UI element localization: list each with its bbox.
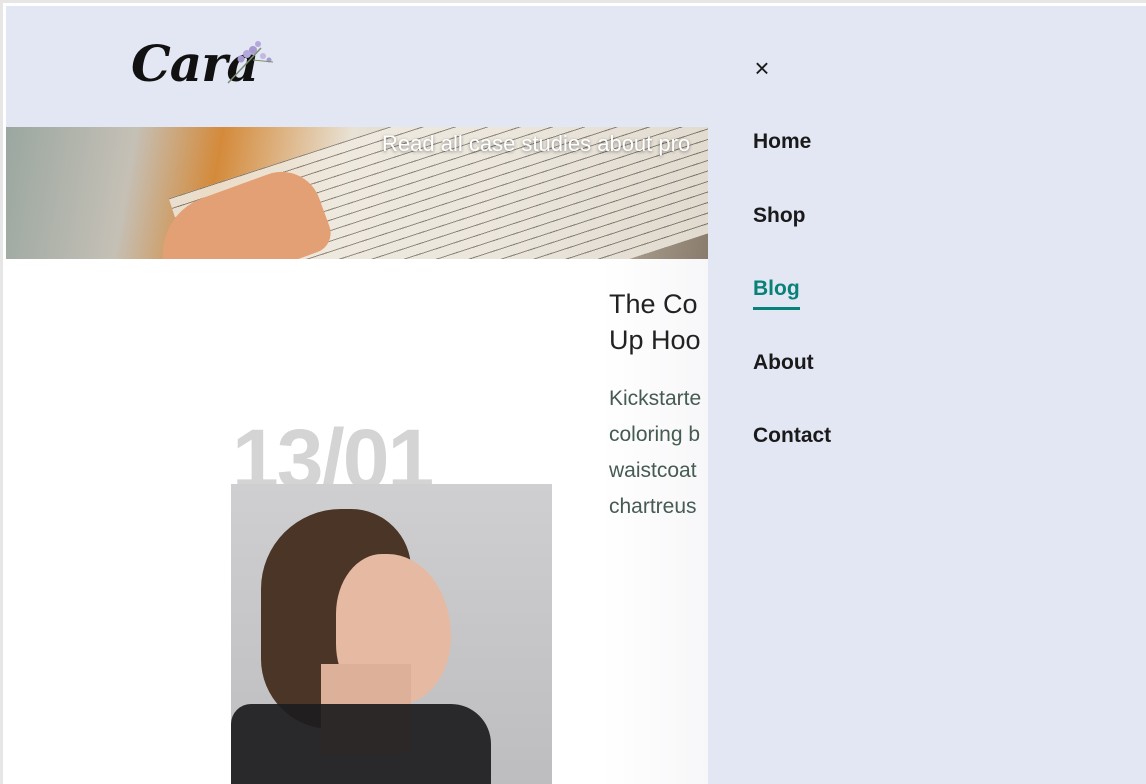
post-image[interactable] <box>231 484 552 784</box>
nav-menu: Home Shop Blog About Contact <box>753 130 831 498</box>
close-icon[interactable]: × <box>748 54 776 82</box>
nav-link-contact[interactable]: Contact <box>753 424 831 454</box>
hero-subtitle: Read all case studies about pro <box>382 131 691 156</box>
nav-link-blog[interactable]: Blog <box>753 277 800 310</box>
lavender-sprig-icon <box>227 41 274 84</box>
nav-link-about[interactable]: About <box>753 351 814 381</box>
mobile-nav-drawer: × Home Shop Blog About Contact <box>708 6 1146 784</box>
brand-logo[interactable]: Cara <box>131 34 281 104</box>
portrait-clothing <box>231 704 491 784</box>
nav-item-shop: Shop <box>753 204 831 278</box>
blog-content: 13/01 <box>6 259 708 784</box>
nav-item-blog: Blog <box>753 277 831 351</box>
nav-item-home: Home <box>753 130 831 204</box>
nav-item-contact: Contact <box>753 424 831 498</box>
page: Cara Read all case studies about pro 13/… <box>0 0 1146 784</box>
nav-link-home[interactable]: Home <box>753 130 811 160</box>
nav-link-shop[interactable]: Shop <box>753 204 806 234</box>
blog-hero-banner: Read all case studies about pro <box>6 127 708 259</box>
nav-item-about: About <box>753 351 831 425</box>
